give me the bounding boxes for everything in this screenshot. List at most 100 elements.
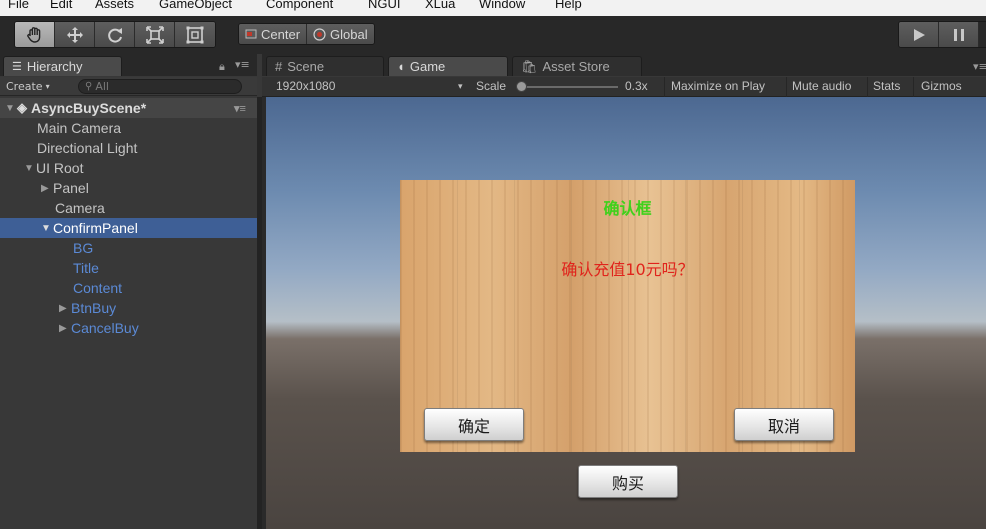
hierarchy-tree: ▼ ◈ AsyncBuyScene* ▾≡ Main Camera Direct… bbox=[0, 97, 257, 529]
viewport-edge bbox=[262, 97, 266, 529]
hand-tool-button[interactable] bbox=[15, 22, 55, 47]
tab-scene[interactable]: # Scene bbox=[266, 56, 384, 76]
tab-asset-store-label: Asset Store bbox=[542, 59, 610, 74]
tree-item-label: Panel bbox=[53, 180, 89, 196]
tree-item-label: BG bbox=[73, 240, 94, 256]
tree-item-confirm-panel[interactable]: ▼ ConfirmPanel bbox=[0, 218, 257, 238]
tree-item-btnbuy[interactable]: ▶ BtnBuy bbox=[0, 298, 257, 318]
tree-item-label: Directional Light bbox=[37, 140, 138, 156]
pacman-icon: ◖ bbox=[397, 59, 405, 74]
menu-help[interactable]: Help bbox=[555, 0, 582, 11]
menu-component[interactable]: Component bbox=[266, 0, 333, 11]
store-icon: 🛍︎ bbox=[521, 58, 538, 74]
divider bbox=[664, 77, 665, 97]
tree-item-ui-root[interactable]: ▼ UI Root bbox=[0, 158, 257, 178]
confirm-panel-bg: 确认框 确认充值10元吗？ 确定 取消 bbox=[400, 180, 855, 452]
buy-button[interactable]: 购买 bbox=[578, 465, 678, 498]
transform-tools bbox=[14, 21, 216, 48]
scale-tool-button[interactable] bbox=[135, 22, 175, 47]
create-label: Create bbox=[6, 80, 43, 93]
view-menu-icon[interactable]: ▾≡ bbox=[973, 60, 986, 73]
expand-arrow-icon[interactable]: ▼ bbox=[24, 163, 36, 174]
maximize-on-play-toggle[interactable]: Maximize on Play bbox=[671, 79, 765, 93]
pause-icon bbox=[953, 28, 964, 41]
divider bbox=[867, 77, 868, 97]
tree-item-label: UI Root bbox=[36, 160, 84, 176]
main-toolbar: Center Global bbox=[0, 16, 986, 54]
expand-arrow-icon[interactable]: ▼ bbox=[41, 223, 53, 234]
scale-label: Scale bbox=[476, 79, 507, 93]
tree-item-cancelbuy[interactable]: ▶ CancelBuy bbox=[0, 318, 257, 338]
rotate-tool-button[interactable] bbox=[95, 22, 135, 47]
menu-gameobject[interactable]: GameObject bbox=[159, 0, 232, 11]
tab-hierarchy-label: Hierarchy bbox=[26, 59, 83, 74]
tree-item-panel[interactable]: ▶ Panel bbox=[0, 178, 257, 198]
collapse-arrow-icon[interactable]: ▶ bbox=[59, 323, 71, 334]
globe-icon bbox=[313, 27, 326, 41]
move-icon bbox=[66, 26, 83, 43]
tab-game-label: Game bbox=[409, 59, 446, 74]
panel-menu-icon[interactable]: ▾≡ bbox=[235, 58, 250, 71]
tree-item-content[interactable]: Content bbox=[0, 278, 257, 298]
pivot-toggles: Center Global bbox=[238, 23, 375, 45]
dialog-content: 确认充值10元吗？ bbox=[561, 260, 694, 279]
tree-item-label: ConfirmPanel bbox=[53, 220, 138, 236]
tree-item-main-camera[interactable]: Main Camera bbox=[0, 118, 257, 138]
scene-name: AsyncBuyScene* bbox=[31, 100, 147, 116]
pivot-center-icon bbox=[245, 29, 257, 39]
scene-menu-icon[interactable]: ▾≡ bbox=[234, 102, 246, 115]
cancel-button[interactable]: 取消 bbox=[734, 408, 834, 441]
menu-bar: File Edit Assets GameObject Component NG… bbox=[0, 0, 986, 16]
tab-asset-store[interactable]: 🛍︎ Asset Store bbox=[512, 56, 642, 76]
tree-item-title[interactable]: Title bbox=[0, 258, 257, 278]
collapse-arrow-icon[interactable]: ▶ bbox=[41, 183, 53, 194]
menu-ngui[interactable]: NGUI bbox=[368, 0, 401, 11]
pivot-center-button[interactable]: Center bbox=[239, 24, 307, 44]
playback-controls bbox=[898, 21, 986, 48]
tree-item-bg[interactable]: BG bbox=[0, 238, 257, 258]
tree-item-label: BtnBuy bbox=[71, 300, 117, 316]
tree-item-label: Title bbox=[73, 260, 99, 276]
gizmos-toggle[interactable]: Gizmos bbox=[921, 79, 962, 93]
play-button[interactable] bbox=[899, 22, 939, 47]
scene-root[interactable]: ▼ ◈ AsyncBuyScene* ▾≡ bbox=[0, 98, 257, 118]
move-tool-button[interactable] bbox=[55, 22, 95, 47]
pivot-global-label: Global bbox=[330, 26, 368, 42]
divider bbox=[913, 77, 914, 97]
menu-assets[interactable]: Assets bbox=[95, 0, 134, 11]
scale-slider-knob[interactable] bbox=[516, 81, 527, 92]
dialog-title: 确认框 bbox=[603, 199, 652, 218]
chevron-down-icon: ▾ bbox=[45, 82, 50, 91]
rotate-icon bbox=[107, 27, 122, 43]
tree-item-camera[interactable]: Camera bbox=[0, 198, 257, 218]
menu-window[interactable]: Window bbox=[479, 0, 525, 11]
tab-hierarchy[interactable]: ☰ Hierarchy bbox=[3, 56, 122, 76]
chevron-down-icon: ▾ bbox=[458, 81, 463, 91]
pause-button[interactable] bbox=[939, 22, 979, 47]
expand-arrow-icon[interactable]: ▼ bbox=[5, 103, 17, 114]
collapse-arrow-icon[interactable]: ▶ bbox=[59, 303, 71, 314]
search-placeholder: All bbox=[95, 80, 109, 93]
hierarchy-toolbar: Create ▾ ⚲ All bbox=[0, 77, 257, 96]
scale-slider-track[interactable] bbox=[518, 86, 618, 88]
tab-scene-label: Scene bbox=[287, 59, 325, 74]
pivot-global-button[interactable]: Global bbox=[306, 24, 374, 44]
unity-scene-icon: ◈ bbox=[17, 100, 27, 115]
tree-item-directional-light[interactable]: Directional Light bbox=[0, 138, 257, 158]
game-viewport[interactable]: 确认框 确认充值10元吗？ 确定 取消 购买 bbox=[262, 97, 986, 529]
tab-game[interactable]: ◖ Game bbox=[388, 56, 508, 76]
hand-icon bbox=[26, 26, 40, 43]
resolution-dropdown[interactable]: 1920x1080 bbox=[276, 79, 335, 93]
lock-icon[interactable]: 🔒︎ bbox=[219, 60, 225, 74]
confirm-button[interactable]: 确定 bbox=[424, 408, 524, 441]
menu-xlua[interactable]: XLua bbox=[425, 0, 455, 11]
rect-tool-button[interactable] bbox=[175, 22, 215, 47]
stats-toggle[interactable]: Stats bbox=[873, 79, 900, 93]
mute-audio-toggle[interactable]: Mute audio bbox=[792, 79, 851, 93]
create-dropdown[interactable]: Create ▾ bbox=[6, 79, 50, 94]
hierarchy-search-input[interactable]: ⚲ All bbox=[78, 79, 242, 94]
divider bbox=[786, 77, 787, 97]
scale-icon bbox=[145, 25, 164, 44]
menu-edit[interactable]: Edit bbox=[50, 0, 72, 11]
menu-file[interactable]: File bbox=[8, 0, 29, 11]
